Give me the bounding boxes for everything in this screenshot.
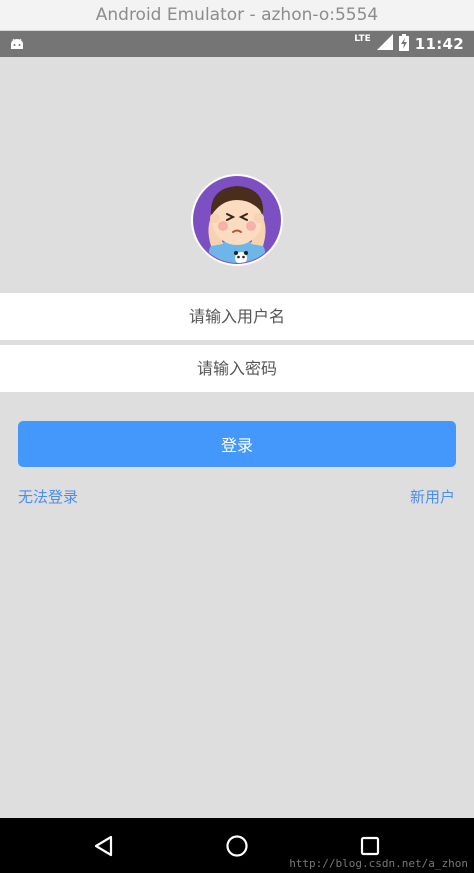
username-input[interactable]	[0, 293, 474, 340]
home-circle-icon	[226, 834, 248, 857]
window-title-bar: Android Emulator - azhon-o:5554	[0, 0, 474, 31]
home-button[interactable]	[211, 818, 263, 873]
window-title: Android Emulator - azhon-o:5554	[95, 5, 379, 25]
battery-charging-icon	[398, 33, 409, 55]
password-field-row[interactable]	[0, 345, 474, 392]
status-clock: 11:42	[414, 35, 464, 53]
cartoon-boy-avatar-icon	[193, 176, 281, 264]
watermark-text: http://blog.csdn.net/a_zhon	[289, 857, 468, 870]
back-triangle-icon	[94, 835, 113, 856]
forgot-login-link[interactable]: 无法登录	[18, 486, 78, 507]
back-button[interactable]	[78, 818, 130, 873]
status-bar: LTE 11:42	[0, 31, 474, 57]
new-user-link[interactable]: 新用户	[410, 486, 455, 507]
android-icon	[10, 35, 24, 54]
network-type: LTE	[354, 33, 371, 44]
recent-square-icon	[360, 836, 380, 855]
navigation-bar: http://blog.csdn.net/a_zhon	[0, 818, 474, 873]
username-field-row[interactable]	[0, 293, 474, 340]
signal-icon	[376, 34, 393, 54]
login-button[interactable]: 登录	[18, 421, 456, 467]
avatar[interactable]	[191, 174, 283, 266]
password-input[interactable]	[0, 345, 474, 392]
